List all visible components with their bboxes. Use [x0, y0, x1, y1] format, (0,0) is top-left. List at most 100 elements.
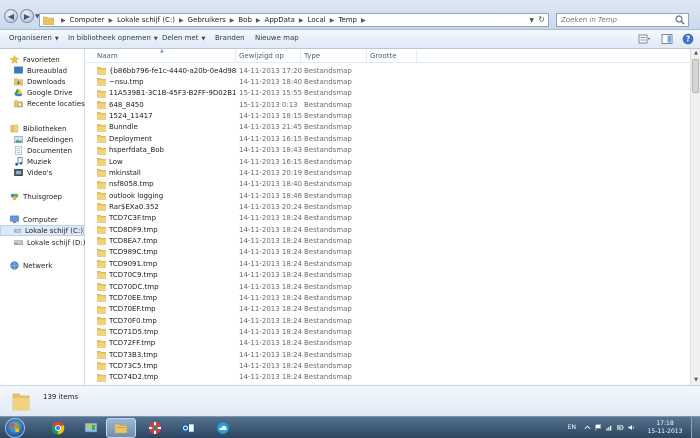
table-row[interactable]: ~nsu.tmp 14-11-2013 18:40 Bestandsmap	[86, 76, 690, 87]
burn-button[interactable]: Branden	[215, 34, 245, 42]
table-row[interactable]: nsf8058.tmp 14-11-2013 18:40 Bestandsmap	[86, 179, 690, 190]
table-row[interactable]: TCD989C.tmp 14-11-2013 18:24 Bestandsmap	[86, 247, 690, 258]
clock[interactable]: 17:18 15-11-2013	[639, 420, 691, 436]
table-row[interactable]: TCD70F0.tmp 14-11-2013 18:24 Bestandsmap	[86, 315, 690, 326]
scroll-up-button[interactable]: ▲	[691, 49, 700, 58]
breadcrumb-item[interactable]: Computer	[70, 16, 105, 24]
scroll-down-button[interactable]: ▼	[691, 376, 700, 385]
column-modified[interactable]: Gewijzigd op	[239, 52, 284, 60]
table-row[interactable]: outlook logging 14-11-2013 18:46 Bestandsm…	[86, 190, 690, 201]
taskbar-skydrive[interactable]	[208, 418, 238, 438]
table-row[interactable]: TCD70EF.tmp 14-11-2013 18:24 Bestandsmap	[86, 304, 690, 315]
flag-icon[interactable]	[595, 424, 602, 431]
taskbar-explorer[interactable]	[106, 418, 136, 438]
taskbar-control-panel[interactable]	[76, 418, 106, 438]
table-row[interactable]: TCD73C5.tmp 14-11-2013 18:24 Bestandsmap	[86, 360, 690, 371]
search-input[interactable]	[556, 13, 689, 27]
nav-item-music[interactable]: Muziek	[14, 156, 51, 167]
column-size[interactable]: Grootte	[370, 52, 397, 60]
table-row[interactable]: TCD74D2.tmp 14-11-2013 18:24 Bestandsmap	[86, 372, 690, 383]
scroll-thumb[interactable]	[692, 59, 699, 93]
search-icon[interactable]	[675, 15, 685, 25]
nav-item-drive-c[interactable]: Lokale schijf (C:)	[0, 225, 84, 236]
taskbar-chrome[interactable]	[43, 418, 73, 438]
breadcrumb-item[interactable]: Bob	[238, 16, 252, 24]
table-row[interactable]: mkinstall 14-11-2013 20:19 Bestandsmap	[86, 167, 690, 178]
table-row[interactable]: TCD70DC.tmp 14-11-2013 18:24 Bestandsmap	[86, 281, 690, 292]
breadcrumb-item[interactable]: Lokale schijf (C:)	[117, 16, 175, 24]
nav-favorites[interactable]: Favorieten	[10, 54, 60, 65]
network-signal-icon[interactable]	[606, 424, 613, 431]
table-row[interactable]: TCD72FF.tmp 14-11-2013 18:24 Bestandsmap	[86, 338, 690, 349]
nav-homegroup[interactable]: Thuisgroep	[10, 191, 62, 202]
battery-icon[interactable]	[617, 424, 624, 431]
chevron-up-icon[interactable]	[584, 424, 591, 431]
table-row[interactable]: TCD70EE.tmp 14-11-2013 18:24 Bestandsmap	[86, 292, 690, 303]
breadcrumb-item[interactable]: AppData	[265, 16, 295, 24]
nav-item-documents[interactable]: Documenten	[14, 145, 72, 156]
show-desktop-button[interactable]	[691, 417, 700, 438]
nav-libraries[interactable]: Bibliotheken	[10, 123, 66, 134]
chevron-right-icon[interactable]: ▶	[179, 17, 184, 24]
table-row[interactable]: Deployment 14-11-2013 16:15 Bestandsmap	[86, 133, 690, 144]
nav-item-drive-d[interactable]: Lokale schijf (D:)	[14, 237, 85, 248]
start-button[interactable]	[5, 418, 25, 438]
column-divider[interactable]	[235, 50, 236, 62]
table-row[interactable]: Low 14-11-2013 16:15 Bestandsmap	[86, 156, 690, 167]
chevron-right-icon[interactable]: ▶	[230, 17, 235, 24]
nav-network[interactable]: Netwerk	[10, 260, 52, 271]
table-row[interactable]: TCD8DF9.tmp 14-11-2013 18:24 Bestandsmap	[86, 224, 690, 235]
table-row[interactable]: TCD70C9.tmp 14-11-2013 18:24 Bestandsmap	[86, 269, 690, 280]
chevron-right-icon[interactable]: ▶	[256, 17, 261, 24]
column-type[interactable]: Type	[304, 52, 320, 60]
nav-computer[interactable]: Computer	[10, 214, 58, 225]
vertical-scrollbar[interactable]: ▲ ▼	[690, 49, 700, 385]
column-divider[interactable]	[366, 50, 367, 62]
table-row[interactable]: hsperfdata_Bob 14-11-2013 18:43 Bestandsma…	[86, 145, 690, 156]
nav-item-videos[interactable]: Video's	[14, 167, 52, 178]
nav-item-pictures[interactable]: Afbeeldingen	[14, 134, 73, 145]
breadcrumb-item[interactable]: Local	[308, 16, 326, 24]
table-row[interactable]: {b86bb796-fe1c-4440-a20b-0e4d98bdcc3c}14…	[86, 65, 690, 76]
table-row[interactable]: TCD71D5.tmp 14-11-2013 18:24 Bestandsmap	[86, 326, 690, 337]
preview-pane-icon[interactable]	[661, 33, 673, 45]
table-row[interactable]: 11A539B1-3C1B-45F3-B2FF-9D02B1FC7A5815-1…	[86, 88, 690, 99]
forward-button[interactable]: ▶	[20, 9, 34, 23]
file-modified: 14-11-2013 18:24	[239, 339, 303, 348]
table-row[interactable]: TCD9091.tmp 14-11-2013 18:24 Bestandsmap	[86, 258, 690, 269]
chevron-right-icon[interactable]: ▶	[361, 17, 366, 24]
column-name[interactable]: Naam	[97, 52, 118, 60]
chevron-right-icon[interactable]: ▶	[108, 17, 113, 24]
table-row[interactable]: 1524_11417 14-11-2013 18:15 Bestandsmap	[86, 110, 690, 121]
nav-item-google-drive[interactable]: Google Drive	[14, 87, 73, 98]
column-divider[interactable]	[300, 50, 301, 62]
refresh-icon[interactable]: ↻	[538, 15, 545, 24]
table-row[interactable]: TCD7C3F.tmp 14-11-2013 18:24 Bestandsmap	[86, 213, 690, 224]
view-options-icon[interactable]	[638, 33, 650, 45]
new-folder-button[interactable]: Nieuwe map	[255, 34, 299, 42]
column-divider[interactable]	[416, 50, 417, 62]
table-row[interactable]: Bunndle 14-11-2013 21:45 Bestandsmap	[86, 122, 690, 133]
share-with-button[interactable]: Delen met ▼	[162, 34, 205, 42]
nav-item-recent-places[interactable]: Recente locaties	[14, 98, 85, 109]
include-in-library-button[interactable]: In bibliotheek opnemen ▼	[68, 34, 158, 42]
taskbar-outlook[interactable]	[173, 418, 203, 438]
table-row[interactable]: TCD8EA7.tmp 14-11-2013 18:24 Bestandsmap	[86, 235, 690, 246]
chevron-right-icon[interactable]: ▶	[299, 17, 304, 24]
address-box[interactable]: ▶ Computer ▶ Lokale schijf (C:) ▶ Gebruikers…	[39, 13, 549, 27]
table-row[interactable]: TCD73B3.tmp 14-11-2013 18:24 Bestandsmap	[86, 349, 690, 360]
language-indicator[interactable]: EN	[568, 424, 576, 431]
taskbar-lifebuoy[interactable]	[140, 418, 170, 438]
nav-item-desktop[interactable]: Bureaublad	[14, 65, 67, 76]
volume-icon[interactable]	[628, 424, 635, 431]
chevron-right-icon[interactable]: ▶	[330, 17, 335, 24]
breadcrumb-item[interactable]: Gebruikers	[188, 16, 226, 24]
table-row[interactable]: Rar$EXa0.352 14-11-2013 20:24 Bestandsmap	[86, 201, 690, 212]
back-button[interactable]: ◀	[4, 9, 18, 23]
breadcrumb-item[interactable]: Temp	[338, 16, 357, 24]
table-row[interactable]: 648_8450 15-11-2013 0:13 Bestandsmap	[86, 99, 690, 110]
nav-item-downloads[interactable]: Downloads	[14, 76, 65, 87]
chevron-down-icon[interactable]: ▼	[529, 17, 534, 24]
organize-button[interactable]: Organiseren ▼	[9, 34, 59, 42]
help-icon[interactable]: ?	[682, 33, 694, 45]
